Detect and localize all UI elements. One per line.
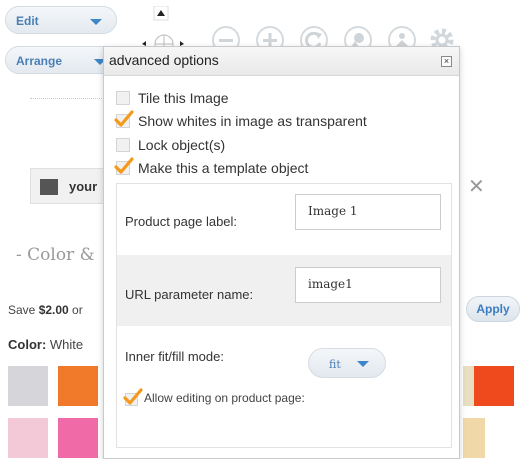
lock-objects-checkbox[interactable]	[116, 138, 130, 152]
color-swatch[interactable]	[58, 418, 98, 458]
tile-image-checkbox[interactable]	[116, 91, 130, 105]
transparent-whites-label: Show whites in image as transparent	[138, 113, 367, 129]
color-swatch[interactable]	[8, 418, 48, 458]
dialog-title: advanced options	[109, 52, 219, 68]
save-offer-text: Save $2.00 or	[8, 303, 83, 317]
checkmark-icon	[114, 157, 134, 174]
close-icon[interactable]: ✕	[468, 174, 485, 199]
product-page-label-input[interactable]: Image 1	[295, 194, 441, 230]
color-swatch[interactable]	[58, 366, 98, 406]
apply-button[interactable]: Apply	[466, 296, 520, 322]
product-page-label-text: Product page label:	[125, 214, 238, 229]
arrange-dropdown-label: Arrange	[16, 54, 63, 68]
color-swatch[interactable]	[463, 418, 485, 458]
color-section-title: - Color &	[16, 245, 95, 265]
url-parameter-row: URL parameter name: image1	[117, 255, 451, 326]
template-object-label: Make this a template object	[138, 160, 309, 176]
dialog-header: advanced options ×	[104, 47, 459, 76]
nudge-pad-icon[interactable]	[140, 5, 192, 54]
edit-dropdown[interactable]: Edit	[5, 6, 117, 34]
checkmark-icon	[114, 110, 134, 127]
color-swatch[interactable]	[8, 366, 48, 406]
arrange-dropdown[interactable]: Arrange	[5, 46, 117, 74]
lock-objects-label: Lock object(s)	[138, 137, 226, 153]
tile-image-label: Tile this Image	[138, 90, 229, 106]
close-icon[interactable]: ×	[441, 56, 452, 67]
text-layer-icon	[40, 179, 58, 195]
fit-mode-dropdown[interactable]: fit	[308, 348, 386, 378]
product-label-row: Product page label: Image 1	[117, 184, 451, 255]
color-label: Color: White	[8, 337, 84, 352]
template-settings-panel: Product page label: Image 1 URL paramete…	[116, 183, 452, 448]
checkmark-icon	[123, 388, 143, 405]
chevron-down-icon	[90, 19, 102, 25]
text-layer-row[interactable]: your	[30, 168, 108, 204]
url-parameter-input[interactable]: image1	[295, 267, 441, 303]
fit-mode-value: fit	[329, 358, 341, 371]
color-swatch[interactable]	[474, 366, 514, 406]
chevron-down-icon	[357, 361, 369, 367]
text-layer-label: your	[69, 179, 98, 194]
advanced-options-dialog: advanced options × Tile this Image Show …	[103, 46, 460, 459]
url-parameter-label-text: URL parameter name:	[125, 287, 254, 302]
edit-dropdown-label: Edit	[16, 14, 39, 28]
allow-editing-label: Allow editing on product page:	[144, 391, 305, 405]
fit-mode-row: Inner fit/fill mode:	[117, 326, 451, 447]
divider	[30, 98, 102, 99]
fit-mode-label-text: Inner fit/fill mode:	[125, 349, 224, 364]
